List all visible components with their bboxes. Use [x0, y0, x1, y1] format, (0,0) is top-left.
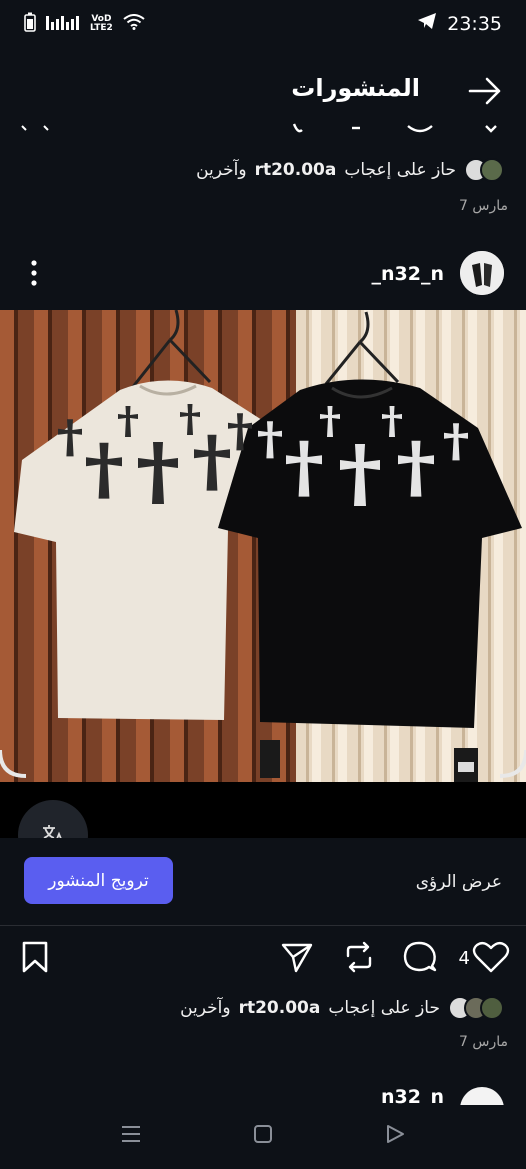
translate-icon [40, 822, 66, 838]
previous-post-date: 7 مارس [459, 198, 508, 214]
translate-button[interactable] [18, 800, 88, 838]
page-header: المنشورات [0, 60, 526, 120]
likes-prefix: حاز على إعجاب [344, 160, 456, 180]
view-insights-link[interactable]: عرض الرؤى [416, 872, 502, 892]
post-date: 7 مارس [459, 1034, 508, 1050]
next-post-header: _n32_n [0, 1080, 526, 1105]
wifi-icon [123, 14, 145, 34]
back-triangle-icon[interactable] [384, 1123, 406, 1149]
bookmark-icon[interactable] [20, 940, 50, 978]
image-caption-band [0, 782, 526, 838]
promote-post-button[interactable]: ترويج المنشور [24, 857, 173, 904]
likes-suffix: وآخرين [180, 998, 231, 1018]
arrow-right-icon[interactable] [468, 76, 502, 110]
avatar[interactable] [460, 1087, 504, 1105]
liker-avatars [448, 996, 504, 1020]
battery-icon [24, 12, 36, 36]
telegram-icon [417, 12, 437, 35]
network-type-label: VoD LTE2 [90, 14, 113, 33]
post-actions: 4 [0, 930, 526, 986]
avatar[interactable] [460, 251, 504, 295]
status-time: 23:35 [447, 12, 502, 35]
scrolled-action-icons [0, 122, 526, 140]
post-image[interactable] [0, 310, 526, 782]
signal-bars-icon [46, 14, 80, 34]
avatar [480, 158, 504, 182]
liker-avatars [464, 158, 504, 182]
recents-icon[interactable] [120, 1123, 142, 1149]
share-icon[interactable] [280, 940, 314, 978]
avatar [480, 996, 504, 1020]
liker-username[interactable]: rt20.00a [239, 998, 321, 1018]
post-username[interactable]: _n32_n [372, 1086, 445, 1105]
liker-username[interactable]: rt20.00a [255, 160, 337, 180]
likes-prefix: حاز على إعجاب [328, 998, 440, 1018]
kebab-menu-icon[interactable] [22, 258, 46, 288]
comment-icon[interactable] [402, 940, 438, 978]
likes-suffix: وآخرين [196, 160, 247, 180]
home-square-icon[interactable] [252, 1123, 274, 1149]
heart-icon[interactable] [472, 940, 510, 978]
system-nav-bar [0, 1105, 526, 1169]
status-bar: VoD LTE2 23:35 [0, 0, 526, 50]
post-username[interactable]: _n32_n [372, 263, 445, 285]
previous-post-likes[interactable]: حاز على إعجاب rt20.00a وآخرين [196, 158, 504, 182]
page-title: المنشورات [291, 74, 420, 102]
post-promo-area: ترويج المنشور عرض الرؤى [0, 838, 526, 926]
repost-icon[interactable] [342, 940, 376, 978]
like-count[interactable]: 4 [459, 948, 470, 969]
post-likes[interactable]: حاز على إعجاب rt20.00a وآخرين [180, 996, 504, 1020]
post-header: _n32_n [0, 248, 526, 302]
